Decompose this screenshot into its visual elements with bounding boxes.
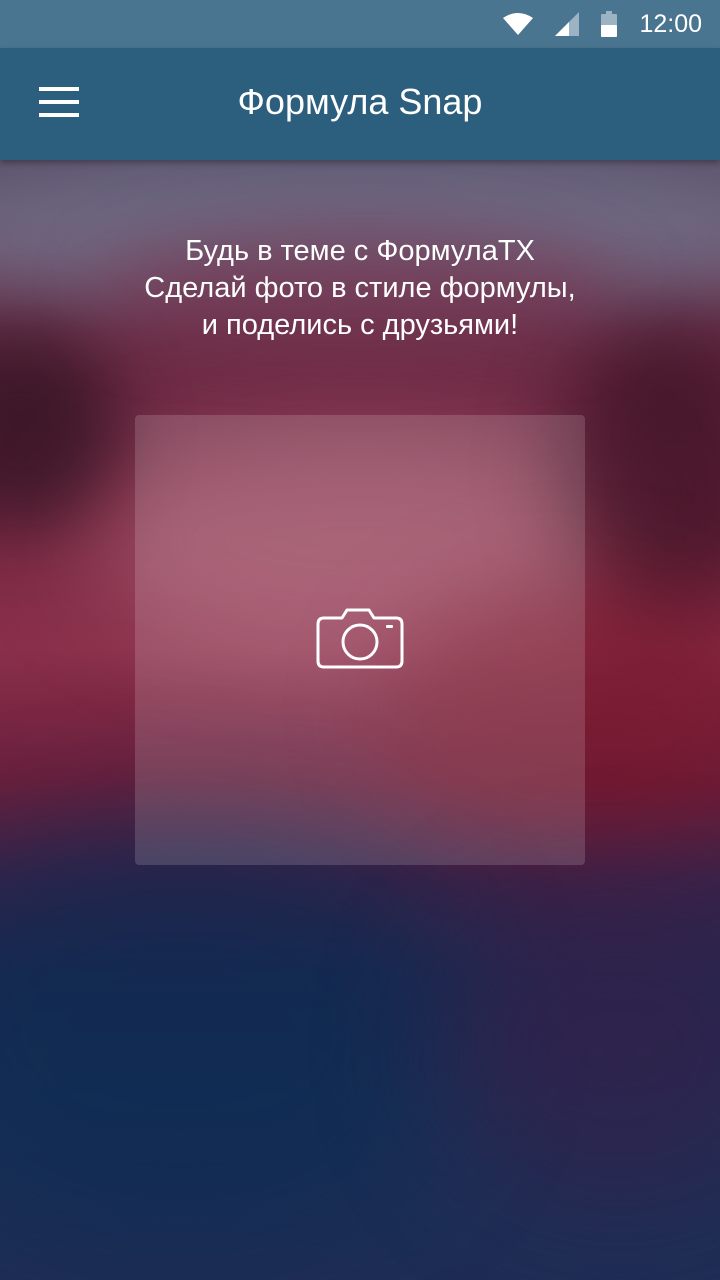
cellular-signal-icon: [555, 12, 580, 36]
intro-line-1: Будь в теме с ФормулаTX: [185, 235, 535, 267]
status-bar: 12:00: [0, 0, 720, 48]
wifi-icon: [503, 13, 534, 35]
app-bar: Формула Snap: [0, 48, 720, 160]
status-time: 12:00: [639, 9, 702, 38]
intro-line-2: Сделай фото в стиле формулы,: [144, 272, 576, 304]
page-title: Формула Snap: [237, 81, 483, 122]
intro-line-3: и поделись с друзьями!: [201, 309, 519, 341]
camera-icon: [316, 607, 404, 674]
battery-icon: [601, 11, 618, 37]
take-photo-button[interactable]: [135, 415, 585, 865]
intro-text: Будь в теме с ФормулаTX Сделай фото в ст…: [60, 233, 660, 344]
